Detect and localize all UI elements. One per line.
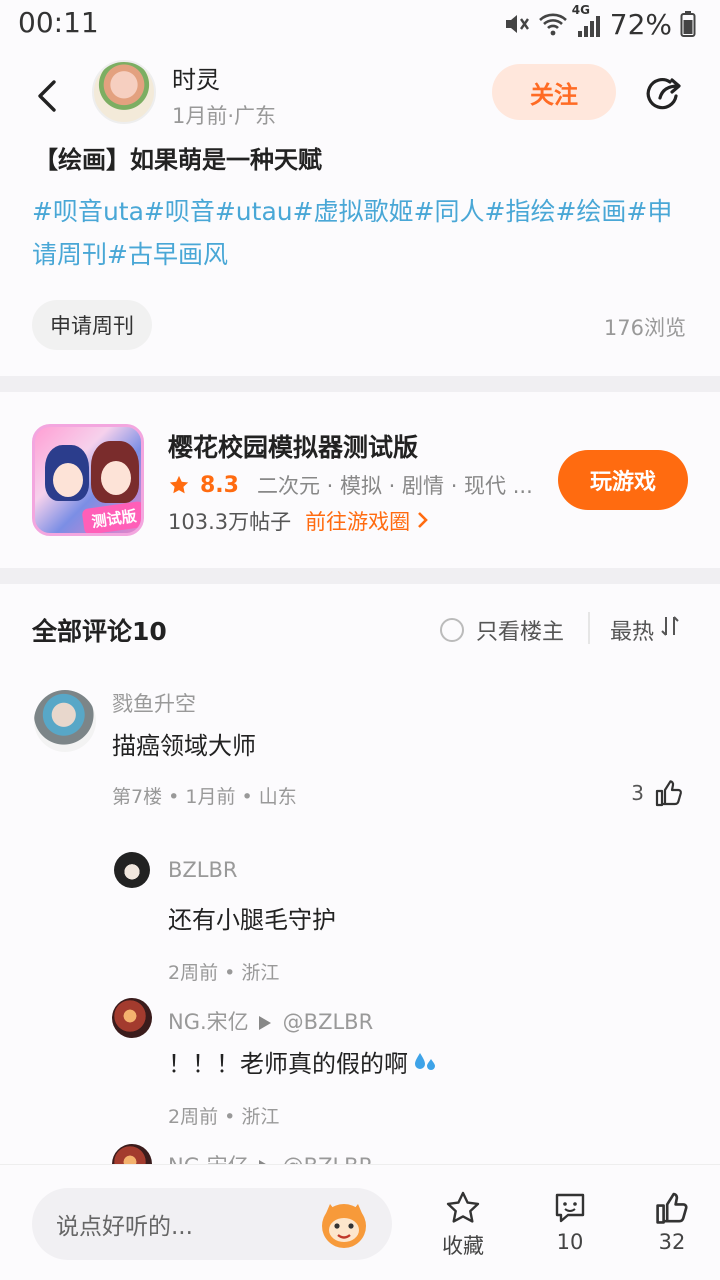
- chevron-right-icon: [417, 512, 428, 528]
- reply-text[interactable]: 还有小腿毛守护: [168, 900, 336, 935]
- favorite-button[interactable]: 收藏: [428, 1190, 498, 1260]
- reply-header: NG.宋亿 @BZLBR: [168, 1006, 373, 1036]
- sort-separator: [588, 612, 590, 644]
- status-icons: 4G 72%: [502, 3, 696, 42]
- reply-meta: 2周前 • 浙江: [168, 962, 280, 984]
- sweat-drops-icon: [415, 1052, 435, 1070]
- author-avatar[interactable]: [92, 60, 156, 124]
- sort-icon: [661, 616, 679, 636]
- post-header: 时灵 1月前·广东 关注: [0, 52, 720, 136]
- game-icon[interactable]: 测试版: [32, 424, 144, 536]
- comments-title: 全部评论10: [32, 617, 167, 646]
- section-divider: [0, 376, 720, 392]
- game-posts-row: 103.3万帖子 前往游戏圈: [168, 506, 429, 536]
- status-bar: 00:11 4G 72%: [0, 0, 720, 52]
- replier-avatar[interactable]: [112, 998, 152, 1038]
- author-meta: 1月前·广东: [172, 104, 277, 128]
- game-post-count: 103.3万帖子: [168, 510, 292, 534]
- reply-target[interactable]: @BZLBR: [283, 1010, 374, 1034]
- replier-name[interactable]: NG.宋亿: [168, 1010, 249, 1034]
- star-icon: [169, 475, 189, 494]
- commenter-name[interactable]: 戮鱼升空: [112, 688, 196, 718]
- replier-name[interactable]: BZLBR: [168, 858, 238, 882]
- comment-meta: 第7楼 • 1月前 • 山东: [112, 786, 297, 808]
- game-genres: 二次元 · 模拟 · 剧情 · 现代 ...: [256, 474, 533, 498]
- wifi-icon: [538, 13, 567, 36]
- author-name[interactable]: 时灵: [172, 60, 220, 95]
- thumbs-up-icon: [656, 1192, 688, 1224]
- owner-only-toggle[interactable]: 只看楼主: [440, 614, 564, 646]
- battery-icon: [680, 11, 696, 37]
- replier-avatar[interactable]: [114, 852, 150, 888]
- status-time: 00:11: [18, 6, 99, 39]
- reply-arrow-icon: [258, 1016, 271, 1030]
- play-game-button[interactable]: 玩游戏: [558, 450, 688, 510]
- comment-input-placeholder: 说点好听的...: [56, 1214, 193, 1240]
- back-arrow-icon[interactable]: [28, 74, 68, 118]
- tag-chip[interactable]: 申请周刊: [32, 300, 152, 350]
- view-count: 176浏览: [603, 316, 686, 340]
- reply-body[interactable]: ！！！老师真的假的啊: [168, 1044, 438, 1079]
- post-tags[interactable]: #呗音uta#呗音#utau#虚拟歌姬#同人#指绘#绘画#申请周刊#古早画风: [32, 190, 692, 276]
- commenter-avatar[interactable]: [34, 690, 96, 752]
- game-circle-link[interactable]: 前往游戏圈: [305, 506, 429, 536]
- like-button[interactable]: 32: [637, 1190, 707, 1254]
- star-outline-icon: [446, 1191, 480, 1223]
- reply-text: ！！！老师真的假的啊: [168, 1050, 408, 1078]
- post-title: 【绘画】如果萌是一种天赋: [34, 146, 322, 174]
- reply-meta: 2周前 • 浙江: [168, 1106, 280, 1128]
- comment-text[interactable]: 描癌领域大师: [112, 726, 256, 761]
- comment-icon: [555, 1193, 585, 1223]
- comment-like-count: 3: [631, 781, 644, 805]
- sort-dropdown[interactable]: 最热: [610, 614, 680, 646]
- section-divider: [0, 568, 720, 584]
- mascot-emoji-icon[interactable]: [316, 1196, 372, 1252]
- share-icon[interactable]: [642, 72, 686, 116]
- comment-like-button[interactable]: 3: [631, 778, 684, 808]
- radio-icon: [440, 618, 464, 642]
- game-rating-row: 8.3 二次元 · 模拟 · 剧情 · 现代 ...: [168, 470, 533, 500]
- thumbs-up-icon: [655, 780, 682, 807]
- network-type: 4G: [571, 3, 590, 17]
- follow-button[interactable]: 关注: [492, 64, 616, 120]
- mute-icon: [505, 15, 529, 33]
- game-name[interactable]: 樱花校园模拟器测试版: [168, 428, 418, 464]
- battery-percent: 72%: [609, 7, 672, 41]
- comment-count-button[interactable]: 10: [535, 1190, 605, 1254]
- game-icon-badge: 测试版: [81, 500, 141, 533]
- game-rating: 8.3: [200, 472, 239, 498]
